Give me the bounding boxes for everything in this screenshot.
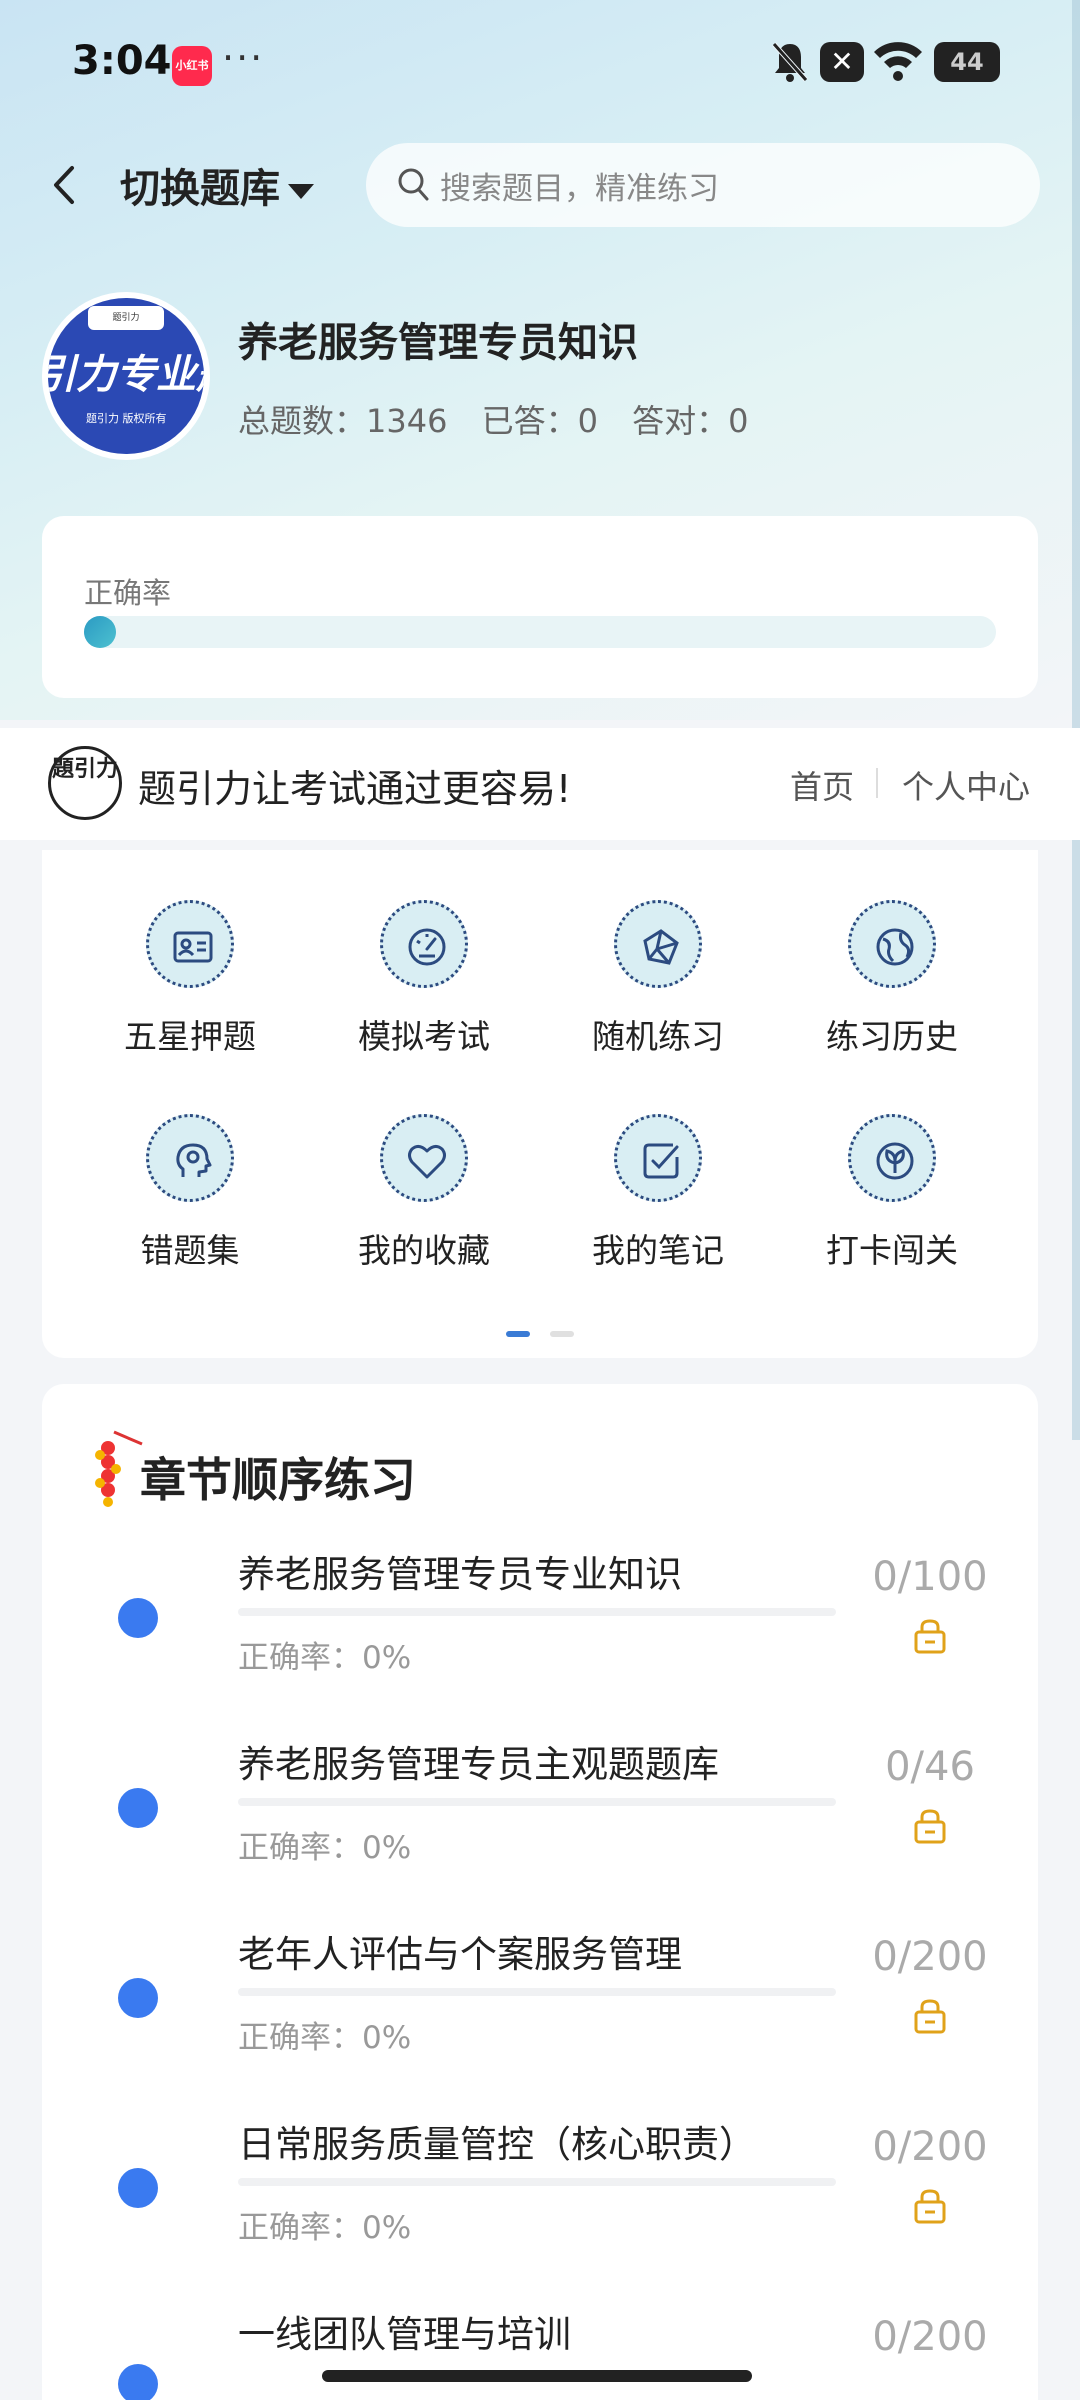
bank-stats: 总题数：1346 已答：0 答对：0	[238, 396, 773, 442]
feature-label: 练习历史	[826, 1017, 958, 1056]
heart-icon	[408, 1144, 446, 1179]
feature-random-practice[interactable]: 随机练习	[558, 900, 758, 1058]
chapter-dot	[118, 1598, 158, 1638]
status-bar: 3:04 小红书 ··· ✕ 44	[0, 30, 1080, 100]
chapter-count: 0/200	[872, 2124, 988, 2170]
answered-count: 已答：0	[481, 402, 598, 440]
chapter-progress-bar	[238, 1798, 836, 1806]
bell-muted-icon	[772, 42, 808, 82]
avatar-title: 引力专业题	[48, 352, 204, 398]
chapter-item[interactable]: 日常服务质量管控（核心职责） 正确率：0% 0/200	[42, 2114, 1038, 2304]
total-count: 总题数：1346	[238, 402, 448, 440]
chapter-accuracy: 正确率：0%	[238, 1640, 412, 1676]
brand-slogan: 题引力让考试通过更容易!	[138, 767, 572, 811]
head-icon	[176, 1143, 212, 1177]
feature-history[interactable]: 练习历史	[792, 900, 992, 1058]
search-input[interactable]: 搜索题目，精准练习	[366, 143, 1040, 227]
feature-label: 五星押题	[124, 1017, 256, 1056]
switch-bank-label: 切换题库	[120, 166, 280, 212]
page-dot-active	[506, 1331, 530, 1337]
feature-grid: 五星押题 模拟考试 随机练习 练习历史 错题集 我的收藏 我的笔记 打卡闯关	[42, 850, 1038, 1358]
feature-mock-exam[interactable]: 模拟考试	[324, 900, 524, 1058]
x-notification-icon: ✕	[820, 42, 864, 82]
chapter-accuracy: 正确率：0%	[238, 2020, 412, 2056]
chapter-dot	[118, 2364, 158, 2400]
chapter-practice-card: 章节顺序练习 养老服务管理专员专业知识 正确率：0% 0/100 养老服务管理专…	[42, 1384, 1038, 2400]
lock-icon	[914, 2189, 946, 2224]
id-card-icon	[173, 931, 213, 963]
chapter-name: 日常服务质量管控（核心职责）	[238, 2123, 756, 2166]
nav-divider	[876, 768, 878, 798]
feature-label: 错题集	[140, 1231, 240, 1270]
chapter-progress-bar	[238, 2178, 836, 2186]
feature-checkin[interactable]: 打卡闯关	[792, 1114, 992, 1272]
chapter-count: 0/200	[872, 1934, 988, 1980]
network-icon	[643, 929, 679, 965]
caret-down-icon	[288, 183, 314, 199]
chapter-item[interactable]: 老年人评估与个案服务管理 正确率：0% 0/200	[42, 1924, 1038, 2114]
feature-five-star[interactable]: 五星押题	[90, 900, 290, 1058]
brand-logo: 題引力	[48, 746, 122, 820]
chapter-name: 养老服务管理专员主观题题库	[238, 1743, 719, 1786]
back-icon[interactable]	[44, 160, 84, 210]
home-indicator[interactable]	[322, 2370, 752, 2382]
feature-label: 我的收藏	[358, 1231, 490, 1270]
lock-icon	[914, 1619, 946, 1654]
accuracy-progress-bar	[84, 616, 996, 648]
wifi-icon	[874, 42, 922, 81]
feature-label: 我的笔记	[592, 1231, 724, 1270]
chapter-section-title: 章节顺序练习	[140, 1453, 416, 1507]
chapter-progress-bar	[238, 1608, 836, 1616]
chapter-name: 一线团队管理与培训	[238, 2313, 571, 2356]
leaf-icon	[876, 1142, 914, 1180]
chapter-name: 老年人评估与个案服务管理	[238, 1933, 682, 1976]
globe-icon	[876, 928, 914, 966]
scrollbar[interactable]	[1072, 0, 1080, 1440]
chapter-item[interactable]: 一线团队管理与培训 0/200	[42, 2304, 1038, 2400]
accuracy-label: 正确率	[84, 576, 172, 610]
chapter-count: 0/46	[885, 1744, 975, 1790]
brand-strip: 題引力 题引力让考试通过更容易! 首页 个人中心	[0, 728, 1080, 840]
feature-label: 模拟考试	[358, 1017, 490, 1056]
note-check-icon	[643, 1143, 679, 1179]
status-time: 3:04	[72, 38, 172, 84]
switch-bank-dropdown[interactable]: 切换题库	[120, 156, 314, 214]
page-indicator	[506, 1322, 574, 1341]
lock-icon	[914, 1809, 946, 1844]
accuracy-progress-knob	[84, 616, 116, 648]
more-notifications-icon: ···	[222, 36, 265, 80]
nav-home-link[interactable]: 首页	[790, 762, 854, 808]
chapter-item[interactable]: 养老服务管理专员主观题题库 正确率：0% 0/46	[42, 1734, 1038, 1924]
search-placeholder: 搜索题目，精准练习	[440, 171, 719, 207]
chapter-dot	[118, 1788, 158, 1828]
search-icon	[398, 168, 429, 201]
chapter-accuracy: 正确率：0%	[238, 2210, 412, 2246]
feature-notes[interactable]: 我的笔记	[558, 1114, 758, 1272]
battery-icon: 44	[934, 42, 1000, 82]
chapter-name: 养老服务管理专员专业知识	[238, 1553, 682, 1596]
bank-title: 养老服务管理专员知识	[238, 320, 638, 366]
avatar-copyright: 题引力 版权所有	[86, 412, 167, 425]
chapter-count: 0/200	[872, 2314, 988, 2360]
lock-icon	[914, 1999, 946, 2034]
chapter-count: 0/100	[872, 1554, 988, 1600]
chapter-dot	[118, 1978, 158, 2018]
xiaohongshu-app-icon: 小红书	[172, 46, 212, 86]
feature-label: 随机练习	[592, 1017, 724, 1056]
question-bank-avatar: 题引力 引力专业题 题引力 版权所有	[42, 292, 210, 460]
gauge-icon	[408, 928, 446, 966]
nav-profile-link[interactable]: 个人中心	[902, 762, 1030, 808]
accuracy-card: 正确率	[42, 516, 1038, 698]
feature-wrong-set[interactable]: 错题集	[90, 1114, 290, 1272]
chapter-item[interactable]: 养老服务管理专员专业知识 正确率：0% 0/100	[42, 1544, 1038, 1734]
avatar-top-label: 题引力	[88, 306, 164, 330]
feature-favorites[interactable]: 我的收藏	[324, 1114, 524, 1272]
page-dot	[550, 1331, 574, 1337]
chapter-progress-bar	[238, 1988, 836, 1996]
feature-label: 打卡闯关	[826, 1231, 958, 1270]
correct-count: 答对：0	[632, 402, 749, 440]
chapter-accuracy: 正确率：0%	[238, 1830, 412, 1866]
chapter-dot	[118, 2168, 158, 2208]
